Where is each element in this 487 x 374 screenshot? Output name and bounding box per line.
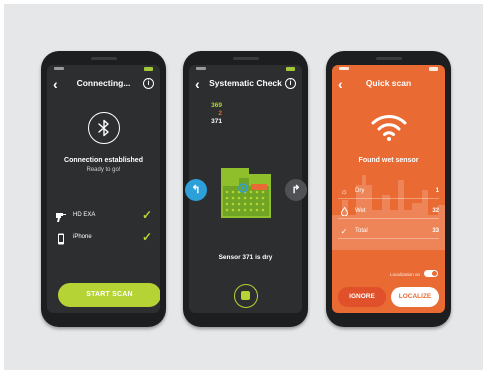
phone-quick-scan: ‹ Quick scan Found wet sensor ☼ Dry 1 We… [326, 51, 451, 327]
sensor-status: Sensor 371 is dry [218, 254, 273, 261]
status-bar [332, 65, 445, 73]
status-bar [189, 65, 302, 73]
signal-icon [339, 67, 349, 70]
stop-button[interactable] [234, 284, 258, 308]
info-icon[interactable]: i [285, 78, 296, 89]
signal-icon [196, 67, 206, 70]
connection-status-title: Connection established [64, 157, 143, 164]
screen-title: Quick scan [365, 78, 412, 88]
status-bar [47, 65, 160, 73]
check-icon: ✓ [340, 227, 348, 236]
ignore-button[interactable]: IGNORE [338, 287, 386, 307]
phone-connecting: ‹ Connecting... i Connection established… [41, 51, 166, 327]
stop-icon [241, 291, 250, 300]
check-icon: ✓ [141, 230, 152, 244]
phone-speaker [90, 57, 117, 60]
battery-icon [429, 67, 438, 71]
device-row-drill: HD EXA ✓ [55, 208, 152, 223]
localization-toggle[interactable] [424, 270, 438, 277]
phone-speaker [375, 57, 402, 60]
drill-icon [55, 210, 67, 228]
top-bar: ‹ Quick scan [332, 76, 445, 92]
phone-icon [55, 232, 67, 250]
quick-scan-screen: ‹ Quick scan Found wet sensor ☼ Dry 1 We… [332, 65, 445, 313]
localization-label: Localization on [389, 272, 420, 277]
localize-button[interactable]: LOCALIZE [391, 287, 439, 307]
battery-icon [144, 67, 153, 71]
start-scan-button[interactable]: START SCAN [58, 283, 160, 307]
previous-sensor-button[interactable]: ↰ [185, 179, 207, 201]
result-label: Dry [355, 188, 365, 194]
device-label: HD EXA [73, 212, 96, 218]
device-row-phone: iPhone ✓ [55, 230, 152, 245]
connection-status-subtitle: Ready to go! [86, 167, 121, 173]
result-row-total: ✓ Total 33 [338, 226, 439, 239]
wifi-signal-icon [370, 112, 408, 147]
result-label: Total [355, 228, 368, 234]
device-label: iPhone [73, 234, 92, 240]
sensor-number: 2 [218, 110, 222, 117]
result-value: 33 [432, 228, 439, 234]
found-wet-sensor-title: Found wet sensor [358, 157, 419, 164]
top-bar: ‹ Systematic Check i [189, 76, 302, 92]
sensor-number: 371 [211, 118, 222, 125]
info-icon[interactable]: i [143, 78, 154, 89]
sensor-numbers: 369 2 371 [206, 102, 222, 126]
sun-icon: ☼ [340, 187, 348, 196]
battery-icon [286, 67, 295, 71]
result-value: 1 [435, 188, 439, 194]
signal-icon [54, 67, 64, 70]
result-row-wet: Wet 32 [338, 206, 439, 219]
phone-systematic-check: ‹ Systematic Check i 369 2 371 Sensor 37… [183, 51, 308, 327]
top-bar: ‹ Connecting... i [47, 76, 160, 92]
sensor-floor-plan[interactable] [219, 164, 273, 220]
next-sensor-button[interactable]: ↱ [285, 179, 307, 201]
sensor-number: 369 [211, 102, 222, 109]
result-row-dry: ☼ Dry 1 [338, 186, 439, 199]
toggle-knob [432, 271, 437, 276]
result-label: Wet [355, 208, 366, 214]
result-value: 32 [432, 208, 439, 214]
bluetooth-icon [88, 112, 120, 144]
drop-icon [338, 206, 350, 218]
check-icon: ✓ [141, 208, 152, 222]
phone-speaker [232, 57, 259, 60]
connecting-screen: ‹ Connecting... i Connection established… [47, 65, 160, 313]
